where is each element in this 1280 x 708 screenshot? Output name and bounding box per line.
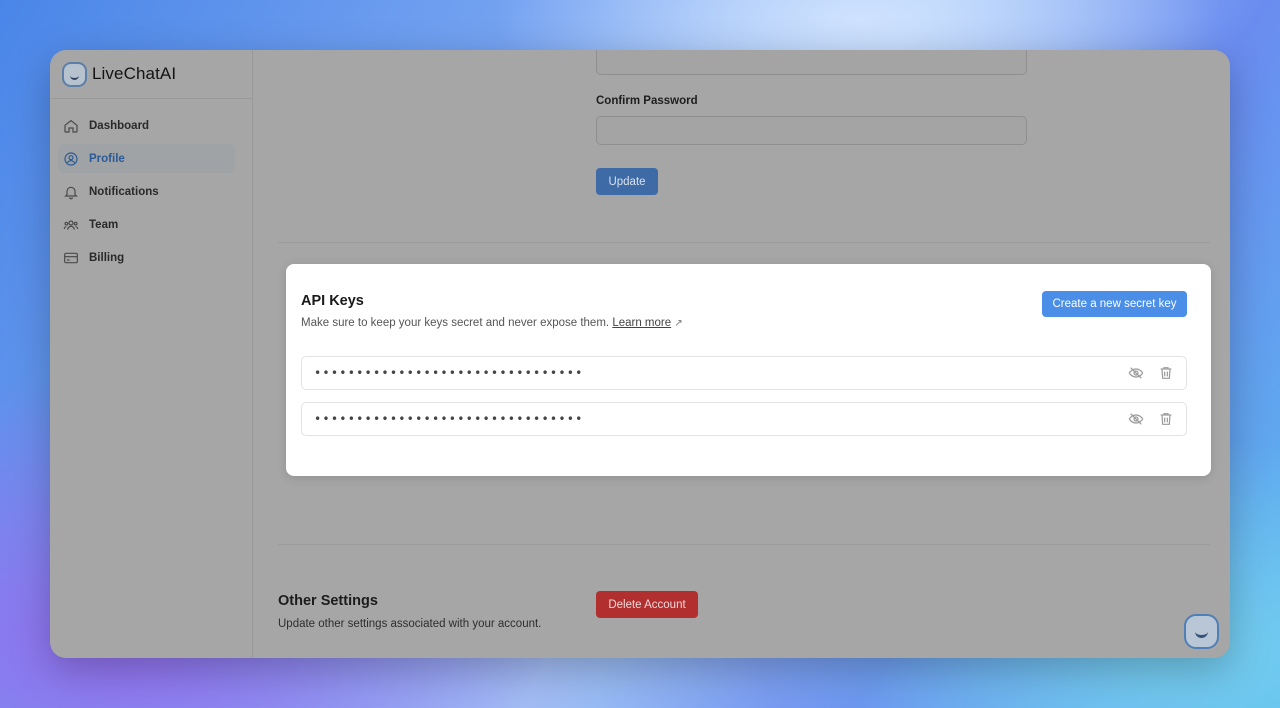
- section-divider: [278, 544, 1210, 545]
- sidebar-item-profile[interactable]: Profile: [58, 144, 235, 173]
- api-key-masked: ••••••••••••••••••••••••••••••••: [314, 412, 584, 426]
- trash-icon[interactable]: [1158, 411, 1174, 427]
- home-icon: [64, 119, 78, 133]
- sidebar-item-billing[interactable]: Billing: [58, 243, 235, 272]
- confirm-password-input[interactable]: [596, 116, 1027, 145]
- sidebar-item-label: Dashboard: [89, 119, 150, 132]
- sidebar-item-dashboard[interactable]: Dashboard: [58, 111, 235, 140]
- brand: LiveChatAI: [50, 50, 252, 99]
- external-link-icon: ↗: [674, 318, 683, 329]
- sidebar-item-team[interactable]: Team: [58, 210, 235, 239]
- sidebar-item-label: Billing: [89, 251, 125, 264]
- eye-off-icon[interactable]: [1128, 411, 1144, 427]
- api-key-row: ••••••••••••••••••••••••••••••••: [301, 356, 1187, 390]
- bell-icon: [64, 186, 78, 199]
- api-key-row: ••••••••••••••••••••••••••••••••: [301, 402, 1187, 436]
- chat-widget-icon[interactable]: [1184, 614, 1219, 649]
- sidebar: LiveChatAI Dashboard Profile Notificatio…: [50, 50, 253, 658]
- user-circle-icon: [64, 151, 78, 166]
- learn-more-link[interactable]: Learn more: [612, 317, 671, 329]
- delete-account-button[interactable]: Delete Account: [596, 591, 698, 618]
- sidebar-nav: Dashboard Profile Notifications Team Bil…: [50, 99, 252, 272]
- trash-icon[interactable]: [1158, 365, 1174, 381]
- update-password-button[interactable]: Update: [596, 168, 658, 195]
- sidebar-item-label: Team: [89, 218, 119, 231]
- sidebar-item-label: Notifications: [89, 185, 159, 198]
- other-settings-description: Update other settings associated with yo…: [278, 618, 542, 630]
- api-keys-description-text: Make sure to keep your keys secret and n…: [301, 317, 610, 329]
- users-icon: [63, 219, 79, 230]
- api-keys-modal: API Keys Make sure to keep your keys sec…: [286, 264, 1211, 476]
- section-divider: [278, 242, 1210, 243]
- sidebar-item-label: Profile: [89, 152, 125, 165]
- api-key-masked: ••••••••••••••••••••••••••••••••: [314, 366, 584, 380]
- credit-card-icon: [64, 252, 78, 263]
- create-secret-key-button[interactable]: Create a new secret key: [1042, 291, 1187, 317]
- other-settings-title: Other Settings: [278, 593, 378, 609]
- sidebar-item-notifications[interactable]: Notifications: [58, 177, 235, 206]
- brand-name: LiveChatAI: [92, 64, 177, 83]
- api-keys-description: Make sure to keep your keys secret and n…: [301, 317, 683, 329]
- logo-icon: [62, 61, 87, 87]
- api-keys-title: API Keys: [301, 293, 364, 309]
- new-password-input[interactable]: [596, 50, 1027, 75]
- confirm-password-label: Confirm Password: [596, 95, 698, 107]
- eye-off-icon[interactable]: [1128, 365, 1144, 381]
